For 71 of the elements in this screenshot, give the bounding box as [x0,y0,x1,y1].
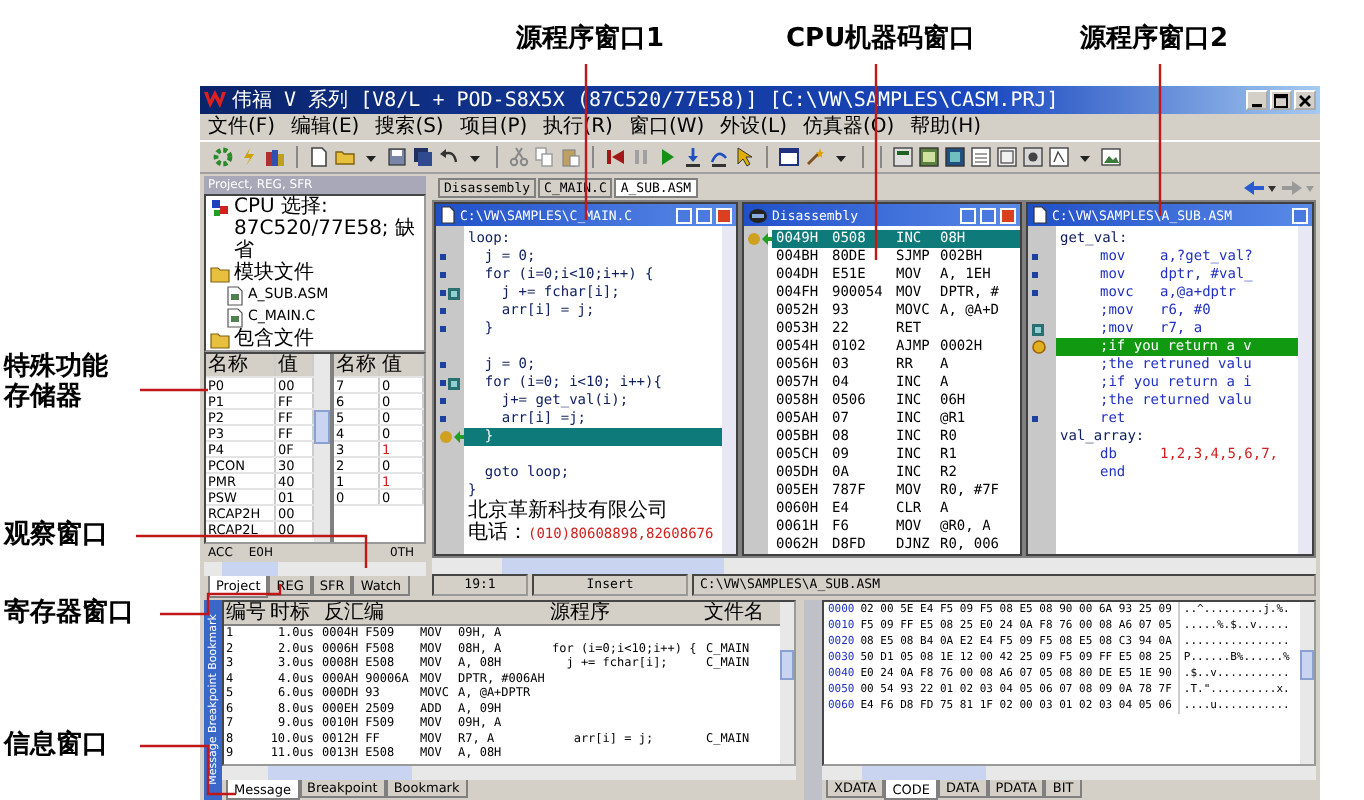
file-icon [226,286,244,306]
column-header: 时标 [268,602,312,624]
panel-icon[interactable] [944,146,966,168]
column-header: 编号 [224,602,268,624]
menu-item[interactable]: 窗口(W) [628,115,705,139]
folder-icon [210,264,230,284]
panel-icon[interactable] [1048,146,1070,168]
gear-icon[interactable] [212,146,234,168]
minimize-button[interactable] [1246,90,1268,110]
panel-icon[interactable] [1022,146,1044,168]
column-header: 名称 [206,354,276,376]
callout-label: 寄存器窗口 [4,598,134,628]
tree-item[interactable]: 模块文件 [234,262,314,284]
callout-label: 源程序窗口1 [516,24,665,54]
scrollbar[interactable] [1298,226,1312,554]
save-icon[interactable] [386,146,408,168]
column-header: 名称 [334,354,380,376]
note-text: 北京革新科技有限公司 [466,500,670,522]
leader-line [140,388,208,392]
tree-item[interactable]: 包含文件 [234,328,314,350]
back-arrow-icon[interactable] [1242,180,1278,196]
callout-label: CPU机器码窗口 [786,24,976,54]
cursor-icon[interactable] [734,146,756,168]
scrollbar[interactable] [1300,602,1314,764]
scrollbar[interactable] [222,766,796,780]
maximize-icon [1274,93,1288,107]
window-icon[interactable] [778,146,800,168]
panel-icon[interactable] [996,146,1018,168]
close-icon [1298,93,1312,107]
execution-arrow-icon [748,232,772,246]
maximize-button[interactable] [1270,90,1292,110]
scrollbar[interactable] [314,354,330,542]
execution-arrow-icon [440,430,464,444]
menu-item[interactable]: 帮助(H) [910,115,982,139]
menu-item[interactable]: 项目(P) [459,115,528,139]
panel-icon[interactable] [918,146,940,168]
step-into-icon[interactable] [682,146,704,168]
menu-item[interactable]: 文件(F) [208,115,276,139]
callout-label: 特殊功能存储器 [4,352,108,412]
paste-icon[interactable] [560,146,582,168]
new-file-icon[interactable] [308,146,330,168]
close-button[interactable] [1294,90,1316,110]
column-header: 值 [380,354,424,376]
logo-icon [204,90,226,110]
picture-icon[interactable] [1100,146,1122,168]
tree-item[interactable]: CPU 选择: 87C520/77E58; 缺省 [234,196,420,262]
scrollbar[interactable] [822,766,1316,780]
file-icon [226,308,244,328]
scrollbar[interactable] [722,226,736,554]
scrollbar[interactable] [204,562,426,576]
callout-label: 源程序窗口2 [1080,24,1229,54]
panel-icon[interactable] [970,146,992,168]
scrollbar[interactable] [432,558,1316,574]
file-icon [440,206,456,224]
column-header: 反汇编 [322,602,386,624]
wand-icon[interactable] [804,146,826,168]
copy-icon[interactable] [534,146,556,168]
scrollbar[interactable] [780,602,794,764]
menu-item[interactable]: 外设(L) [720,115,788,139]
save-all-icon[interactable] [412,146,434,168]
cut-icon[interactable] [508,146,530,168]
panel-icon[interactable] [892,146,914,168]
undo-icon[interactable] [438,146,460,168]
callout-label: 观察窗口 [4,520,108,550]
skip-back-icon[interactable] [604,146,626,168]
books-icon[interactable] [264,146,286,168]
menu-item[interactable]: 搜索(S) [375,115,444,139]
execution-dot-icon [1032,340,1046,354]
menu-item[interactable]: 编辑(E) [291,115,360,139]
file-icon [1032,206,1048,224]
callout-label: 信息窗口 [4,730,108,760]
